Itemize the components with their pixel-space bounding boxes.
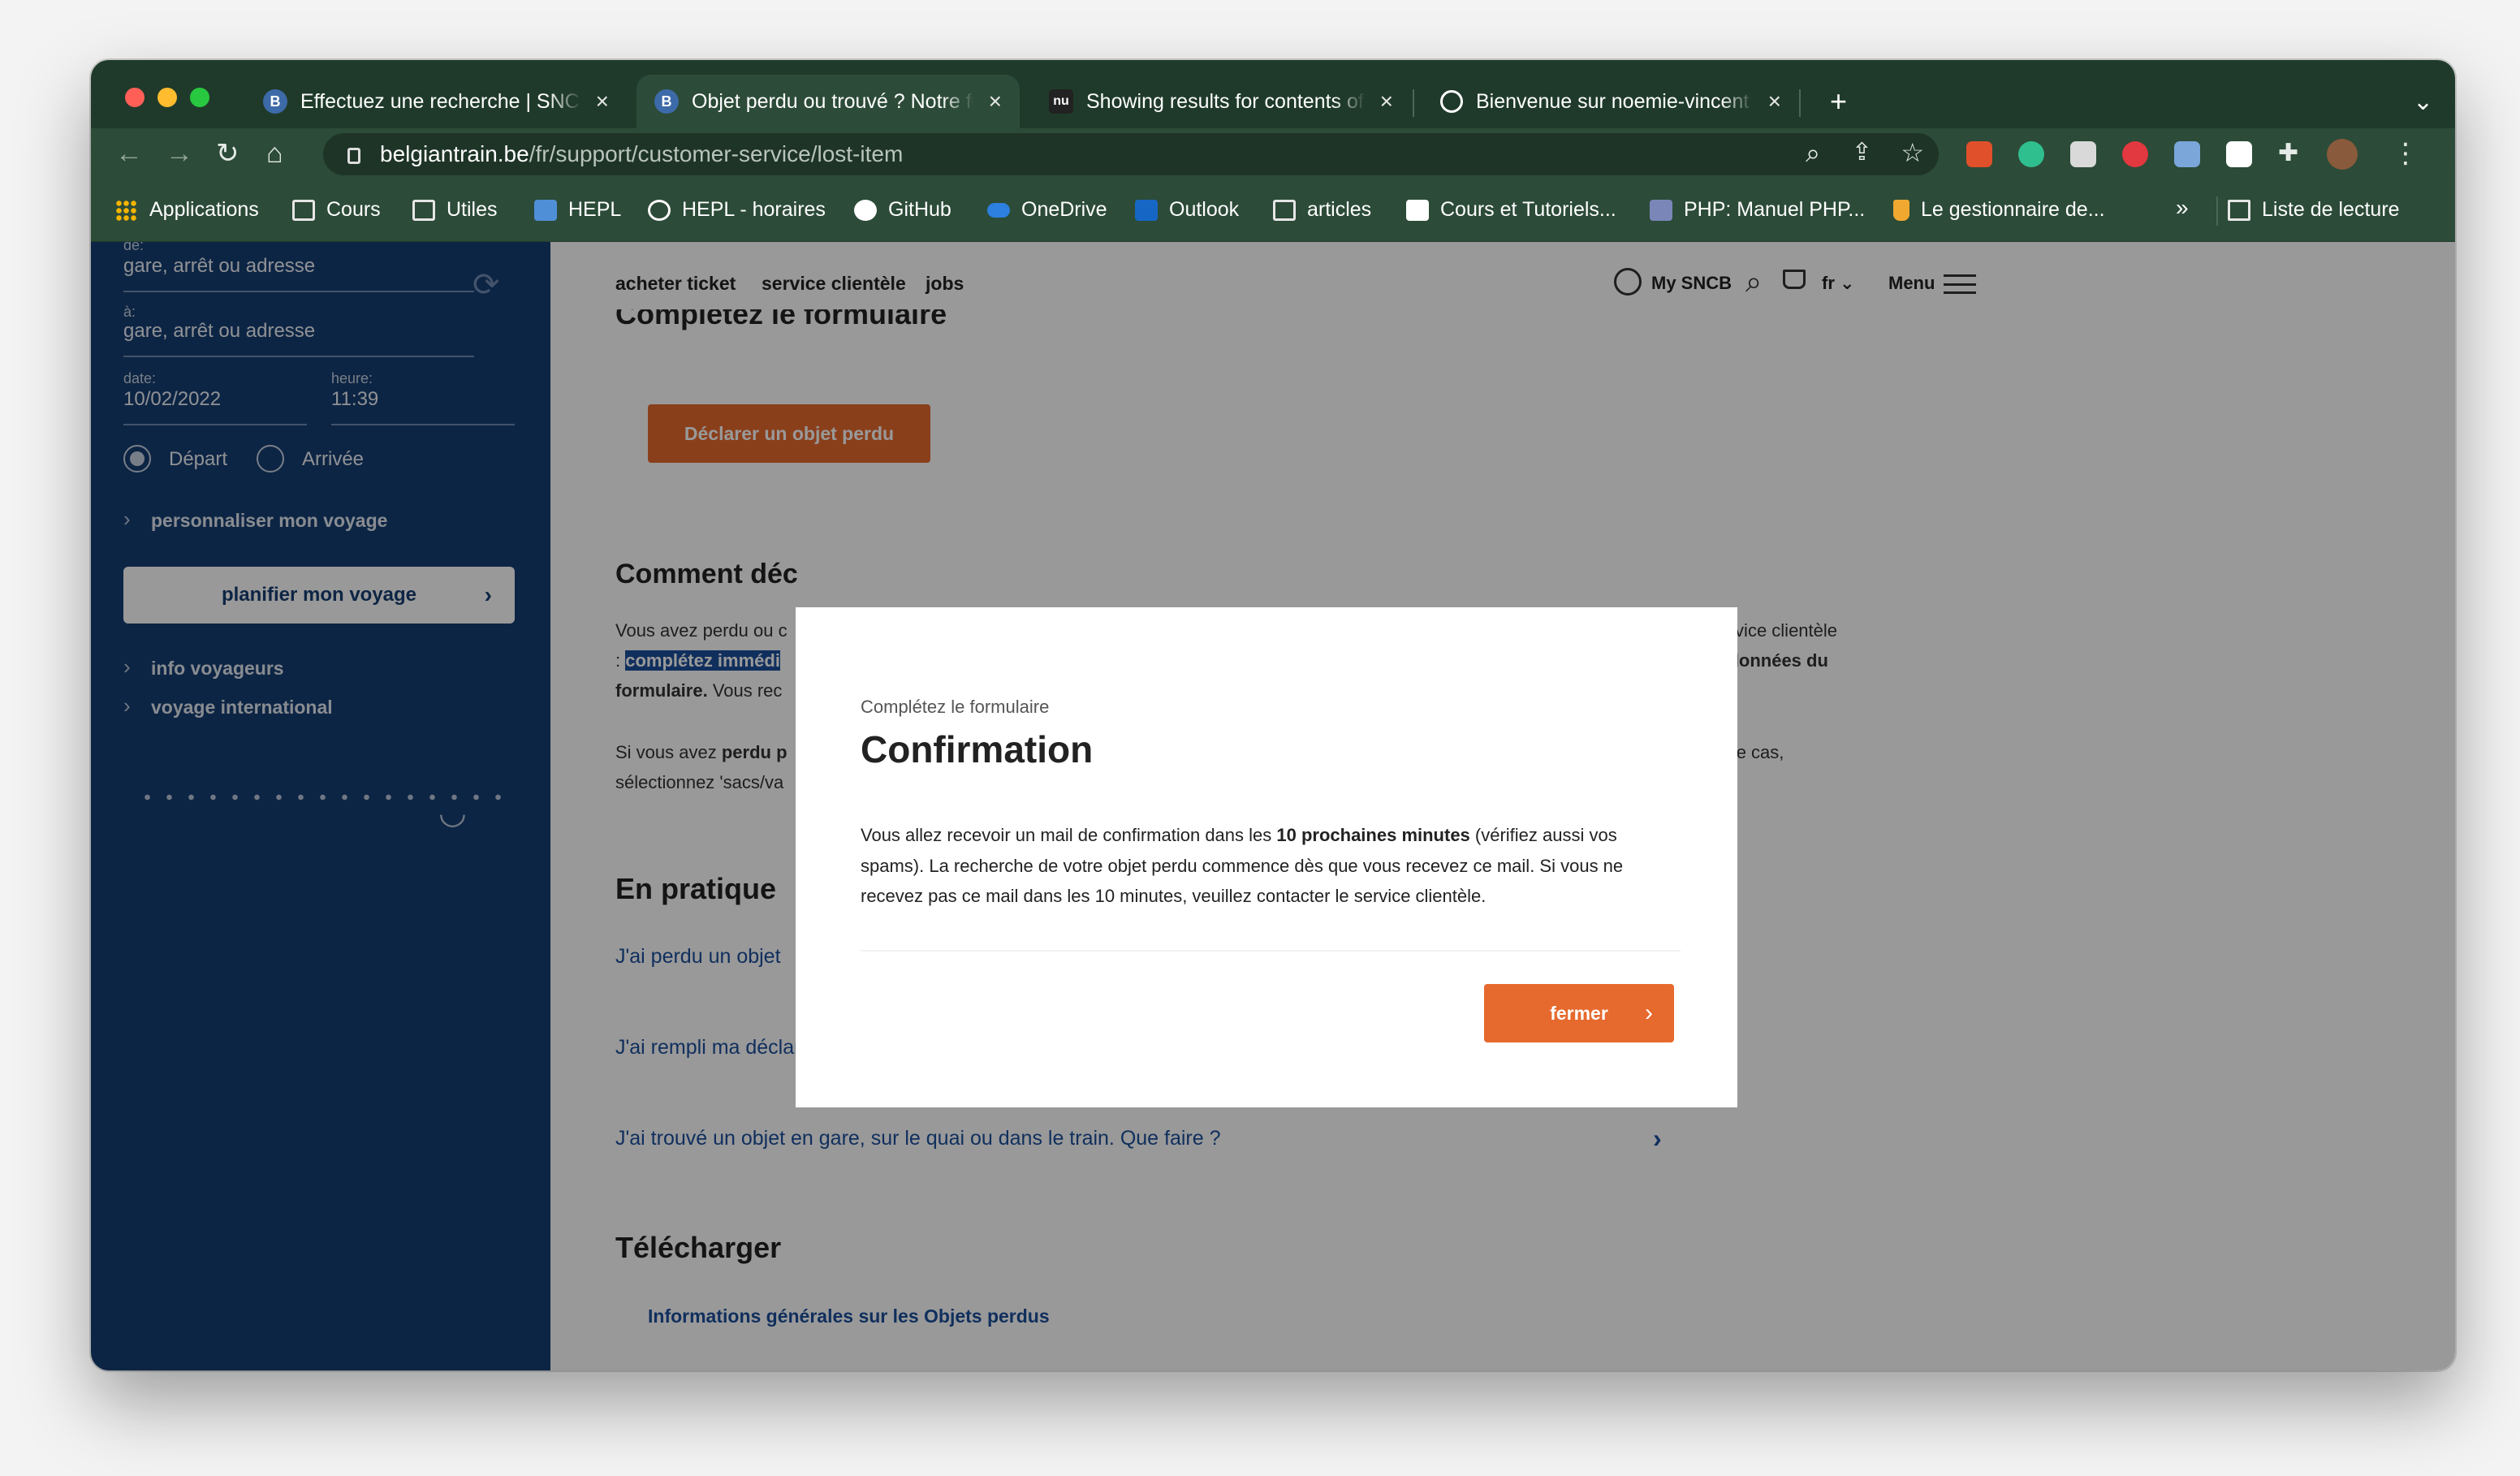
bookmark-label: GitHub [888,198,951,221]
tab-noemie-vincent[interactable]: Bienvenue sur noemie-vincent × [1422,75,1799,128]
bookmark-php-manual[interactable]: PHP: Manuel PHP... [1650,198,1865,222]
bookmark-label: OneDrive [1021,198,1107,221]
tab-title: Showing results for contents of [1086,89,1366,114]
modal-title: Confirmation [861,728,1094,770]
tab-strip: B Effectuez une recherche | SNCB × B Obj… [91,60,2455,128]
bookmark-utiles[interactable]: Utiles [412,198,498,222]
camera-extension-icon[interactable] [2070,141,2096,167]
modal-divider [861,950,1681,952]
lock-icon [347,148,360,164]
bookmark-label: Le gestionnaire de... [1921,198,2105,221]
bookmarks-bar: Applications Cours Utiles HEPL HEPL - ho… [91,180,2455,242]
bookmark-cours[interactable]: Cours [292,198,381,222]
github-icon [854,199,877,221]
tab-sncb-search[interactable]: B Effectuez une recherche | SNCB × [245,75,627,128]
modal-body: Vous allez recevoir un mail de confirmat… [861,825,1624,906]
tab-separator [1799,89,1801,117]
apps-grid-icon [115,199,138,221]
web-page: de: gare, arrêt ou adresse ⟳ à: gare, ar… [91,242,2455,1370]
chevron-right-icon: › [1645,999,1653,1026]
kebab-menu-icon[interactable]: ⋮ [2392,140,2419,167]
bookmark-onedrive[interactable]: OneDrive [987,198,1107,222]
hepl-icon [534,199,557,221]
bookmarks-overflow-button[interactable]: » [2176,195,2189,221]
bookmark-label: Cours et Tutoriels... [1440,198,1616,221]
forward-arrow-icon[interactable]: → [166,140,193,167]
tab-title: Bienvenue sur noemie-vincent [1476,89,1754,114]
sncb-favicon-icon: B [654,89,679,114]
tab-separator [1413,89,1414,117]
back-arrow-icon[interactable]: ← [115,140,143,167]
notion-extension-icon[interactable] [2226,141,2252,167]
extensions-puzzle-icon[interactable]: ✚ [2278,140,2298,167]
beer-icon [1893,199,1909,221]
minimize-window-button[interactable] [158,88,177,107]
address-bar[interactable]: belgiantrain.be/fr/support/customer-serv… [323,133,1939,175]
close-tab-icon[interactable]: × [1768,88,1781,114]
nu-favicon-icon: nu [1049,89,1073,114]
modal-kicker: Complétez le formulaire [861,697,1050,717]
php-icon [1650,199,1672,221]
home-icon[interactable]: ⌂ [266,140,283,167]
bookmarks-divider [2216,196,2218,226]
close-modal-button[interactable]: fermer › [1484,984,1674,1042]
bookmark-label: HEPL - horaires [682,198,826,221]
bookmark-label: HEPL [568,198,622,221]
tab-showing-results[interactable]: nu Showing results for contents of × [1031,75,1411,128]
new-tab-button[interactable]: + [1812,75,1865,128]
bookmark-label: PHP: Manuel PHP... [1684,198,1866,221]
bookmark-hepl-horaires[interactable]: HEPL - horaires [648,198,826,222]
globe-icon [1440,90,1463,113]
close-tab-icon[interactable]: × [1380,88,1393,114]
close-tab-icon[interactable]: × [596,88,609,114]
bookmark-outlook[interactable]: Outlook [1135,198,1239,222]
bookmark-github[interactable]: GitHub [854,198,951,222]
sncb-favicon-icon: B [263,89,287,114]
reading-list-button[interactable]: Liste de lecture [2228,198,2400,222]
url-text: belgiantrain.be/fr/support/customer-serv… [380,141,904,166]
office-extension-icon[interactable] [1966,141,1992,167]
globe-icon [648,199,671,221]
zoom-window-button[interactable] [190,88,209,107]
bookmark-star-icon[interactable]: ☆ [1901,137,1924,168]
tab-lost-object[interactable]: B Objet perdu ou trouvé ? Notre formulai… [636,75,1020,128]
profile-avatar[interactable] [2327,139,2358,170]
bookmark-label: Cours [326,198,381,221]
reading-list-icon [2228,199,2250,221]
tab-title: Effectuez une recherche | SNCB [300,89,581,114]
bookmark-gestionnaire[interactable]: Le gestionnaire de... [1893,198,2105,222]
confirmation-modal: Complétez le formulaire Confirmation Vou… [796,607,1737,1107]
bookmark-label: articles [1307,198,1372,221]
bookmark-label: Outlook [1169,198,1240,221]
close-tab-icon[interactable]: × [989,88,1002,114]
bookmark-label: Utiles [447,198,498,221]
tab-title: Objet perdu ou trouvé ? Notre formulaire [692,89,974,114]
pen-extension-icon[interactable] [2174,141,2200,167]
red-extension-icon[interactable] [2122,141,2148,167]
close-modal-label: fermer [1550,1002,1608,1024]
browser-window: B Effectuez une recherche | SNCB × B Obj… [91,60,2455,1370]
outlook-icon [1135,199,1158,221]
onedrive-icon [987,202,1010,218]
close-window-button[interactable] [125,88,145,107]
tab-search-button[interactable]: ⌄ [2395,75,2451,128]
sql-icon [1406,199,1429,221]
folder-icon [1273,199,1296,221]
bookmark-label: Applications [149,198,259,221]
bookmark-hepl[interactable]: HEPL [534,198,621,222]
browser-toolbar: ← → ↻ ⌂ belgiantrain.be/fr/support/custo… [91,128,2455,180]
bookmark-label: Liste de lecture [2262,198,2400,221]
folder-icon [292,199,315,221]
zoom-magnifier-icon[interactable]: ⌕ [1806,138,1820,169]
bookmark-applications[interactable]: Applications [115,198,259,222]
folder-icon [412,199,435,221]
reload-icon[interactable]: ↻ [216,140,239,167]
bookmark-articles[interactable]: articles [1273,198,1371,222]
share-icon[interactable]: ⇪ [1852,138,1872,166]
extension-green-icon[interactable] [2018,141,2044,167]
bookmark-cours-tutoriels[interactable]: Cours et Tutoriels... [1406,198,1616,222]
